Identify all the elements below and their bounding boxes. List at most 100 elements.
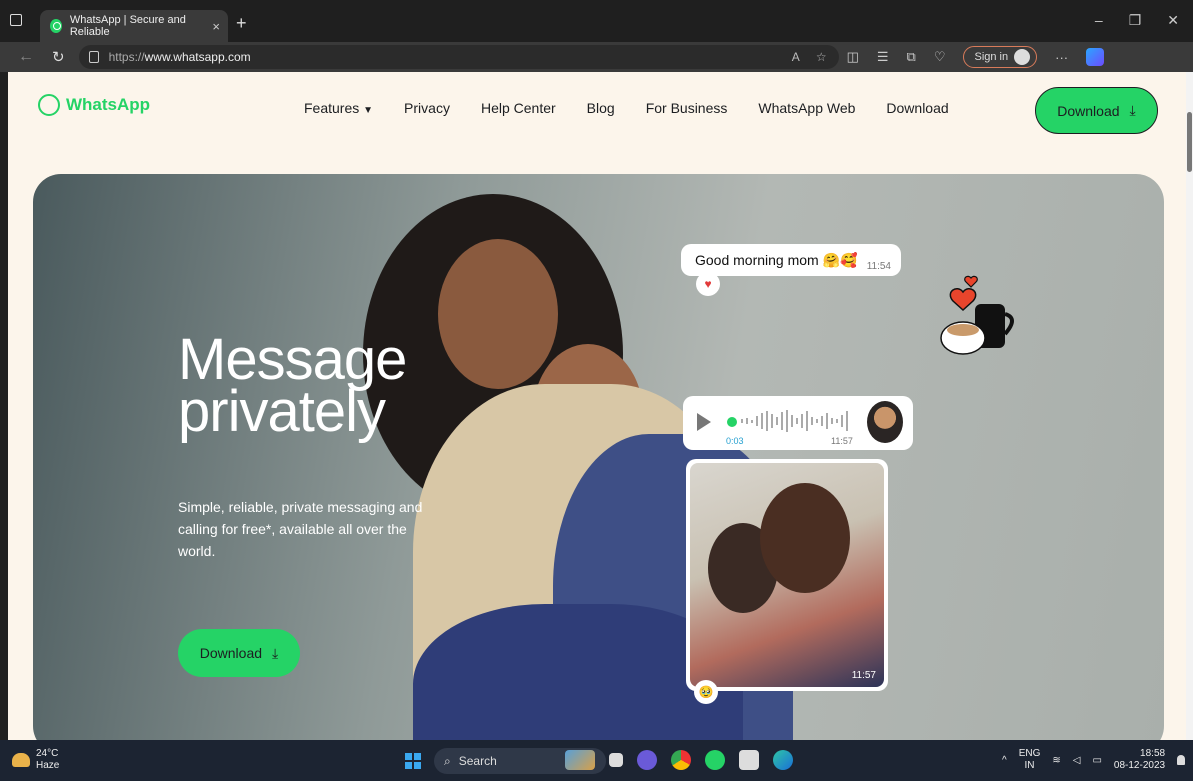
coffee-cups-sticker	[940, 275, 1014, 355]
download-arrow-icon: ⤓	[272, 644, 279, 661]
clock-time: 18:58	[1140, 748, 1166, 759]
chat-message-text: Good morning mom 🤗🥰	[695, 251, 858, 268]
minimize-icon[interactable]: –	[1095, 12, 1103, 29]
download-arrow-icon: ⤓	[1129, 102, 1136, 118]
hero-photo-face-mother	[438, 239, 558, 389]
chat-message-time: 11:54	[866, 261, 891, 272]
play-icon[interactable]	[697, 413, 711, 431]
photo-message-card: 11:57	[686, 459, 888, 691]
show-hidden-icons-chevron-icon[interactable]: ^	[1002, 755, 1007, 766]
file-app-icon[interactable]	[739, 750, 759, 770]
split-screen-icon[interactable]: ◫	[847, 49, 859, 65]
wifi-icon[interactable]: ≋	[1052, 755, 1060, 766]
taskbar-apps	[565, 750, 793, 770]
battery-icon[interactable]: ▭	[1092, 755, 1101, 766]
emoji-reaction-icon: 🥹	[694, 680, 718, 704]
nav-for-business[interactable]: For Business	[646, 100, 728, 116]
language-code: ENG	[1018, 748, 1041, 759]
taskbar-search-label: Search	[458, 754, 497, 768]
download-label: Download	[199, 645, 263, 661]
browser-tab[interactable]: WhatsApp | Secure and Reliable ×	[40, 10, 228, 42]
lock-icon[interactable]	[88, 51, 99, 63]
logo-text: WhatsApp	[66, 95, 151, 114]
copilot-icon[interactable]	[1086, 48, 1105, 66]
edge-icon[interactable]	[773, 750, 793, 770]
weather-condition: Haze	[36, 760, 60, 771]
system-tray: ^ ENG IN ≋ ◁ ▭ 18:58 08-12-2023	[1002, 748, 1186, 772]
voice-message-bubble: 0:03 11:57	[683, 396, 913, 450]
playback-position-dot[interactable]	[727, 417, 737, 427]
url-bar[interactable]: https://www.whatsapp.com A ☆	[78, 45, 839, 69]
url-domain: www.whatsapp.com	[144, 50, 251, 64]
new-tab-button[interactable]: +	[236, 13, 247, 34]
back-arrow-icon[interactable]: ←	[18, 48, 34, 66]
close-window-icon[interactable]: ✕	[1167, 12, 1179, 29]
sign-in-button[interactable]: Sign in	[963, 46, 1038, 68]
page-scrollbar[interactable]	[1186, 72, 1193, 740]
taskbar: 24°C Haze ⌕ Search ^ ENG IN ≋ ◁ ▭ 18:58 …	[0, 740, 1193, 781]
photo-person-right	[760, 483, 850, 593]
scrollbar-thumb[interactable]	[1187, 112, 1192, 172]
favorite-star-icon[interactable]: ☆	[816, 50, 827, 64]
nav-download[interactable]: Download	[886, 100, 948, 116]
read-aloud-icon[interactable]: A	[792, 50, 800, 64]
notification-bell-icon[interactable]	[1177, 755, 1186, 765]
download-button-hero[interactable]: Download ⤓	[178, 629, 300, 677]
weather-icon	[12, 753, 30, 767]
task-view-icon[interactable]	[609, 753, 623, 767]
sender-avatar	[867, 401, 903, 443]
url-text: https://www.whatsapp.com	[109, 50, 251, 64]
download-button-header[interactable]: Download ⤓	[1035, 87, 1158, 134]
whatsapp-favicon-icon	[50, 19, 62, 33]
browser-essentials-icon[interactable]: ♡	[934, 49, 946, 65]
heart-reaction-icon: ♥	[696, 272, 720, 296]
collections-icon[interactable]: ⧉	[907, 49, 916, 65]
shared-photo: 11:57	[690, 463, 884, 687]
teams-chat-icon[interactable]	[637, 750, 657, 770]
audio-waveform	[741, 410, 848, 432]
nav-features[interactable]: Features ▼	[304, 100, 373, 116]
voice-time: 11:57	[831, 436, 853, 446]
window-controls: – ❐ ✕	[1095, 12, 1179, 29]
weather-widget[interactable]: 24°C Haze	[12, 748, 59, 772]
weather-text: 24°C Haze	[36, 748, 59, 772]
widgets-app-icon[interactable]	[565, 750, 595, 770]
favorites-icon[interactable]: ☰	[877, 49, 889, 65]
language-region: IN	[1024, 760, 1035, 771]
nav-features-label: Features	[304, 100, 360, 116]
nav-whatsapp-web[interactable]: WhatsApp Web	[758, 100, 855, 116]
weather-temp: 24°C	[36, 748, 59, 759]
chat-message-bubble: Good morning mom 🤗🥰 11:54	[681, 244, 901, 276]
hero-banner: Message privately Simple, reliable, priv…	[33, 174, 1164, 740]
tab-actions-icon[interactable]	[10, 14, 22, 26]
windows-start-icon[interactable]	[405, 753, 421, 769]
photo-time: 11:57	[851, 670, 876, 681]
nav-help-center[interactable]: Help Center	[481, 100, 556, 116]
webpage: WhatsApp Features ▼ Privacy Help Center …	[8, 72, 1186, 740]
chevron-down-icon: ▼	[363, 105, 374, 116]
language-indicator[interactable]: ENG IN	[1019, 748, 1041, 772]
chrome-icon[interactable]	[671, 750, 691, 770]
whatsapp-app-icon[interactable]	[705, 750, 725, 770]
search-icon: ⌕	[444, 753, 451, 768]
nav-blog[interactable]: Blog	[587, 100, 615, 116]
whatsapp-logo-icon	[38, 94, 60, 116]
main-nav: Features ▼ Privacy Help Center Blog For …	[304, 100, 949, 116]
url-prefix: https://	[108, 50, 145, 64]
download-label: Download	[1057, 102, 1120, 119]
clock-date: 08-12-2023	[1113, 760, 1166, 771]
restore-icon[interactable]: ❐	[1129, 12, 1142, 29]
nav-privacy[interactable]: Privacy	[404, 100, 450, 116]
sign-in-label: Sign in	[974, 51, 1009, 63]
volume-icon[interactable]: ◁	[1073, 755, 1081, 766]
browser-titlebar: WhatsApp | Secure and Reliable × + – ❐ ✕	[0, 0, 1193, 42]
hero-title-line2: privately	[178, 379, 386, 444]
voice-duration: 0:03	[726, 436, 744, 446]
reload-icon[interactable]: ↻	[52, 48, 65, 66]
tab-close-icon[interactable]: ×	[212, 19, 220, 34]
hero-subtitle: Simple, reliable, private messaging and …	[178, 499, 423, 559]
whatsapp-logo[interactable]: WhatsApp	[38, 94, 150, 116]
address-toolbar: ← ↻ https://www.whatsapp.com A ☆ ◫ ☰ ⧉ ♡…	[0, 42, 1193, 72]
more-options-icon[interactable]: ···	[1055, 50, 1068, 65]
clock[interactable]: 18:58 08-12-2023	[1114, 748, 1165, 772]
